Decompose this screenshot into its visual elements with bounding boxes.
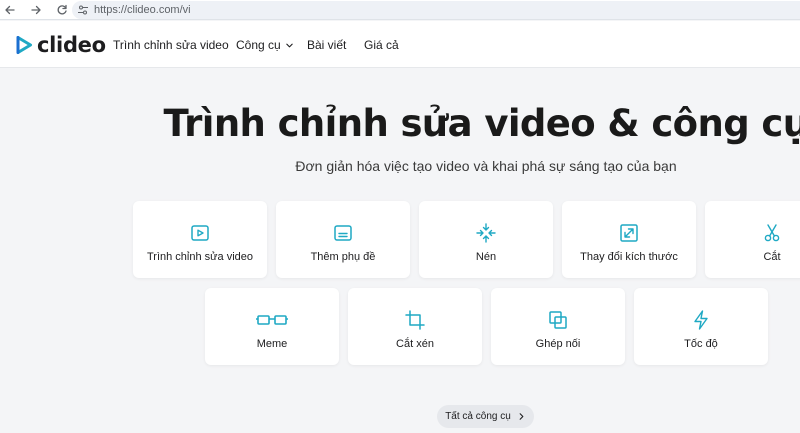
- url-text[interactable]: https://clideo.com/vi: [94, 4, 191, 16]
- nav-video-editor[interactable]: Trình chỉnh sửa video: [113, 38, 229, 52]
- nav-pricing[interactable]: Giá cả: [364, 38, 399, 52]
- tool-label: Nén: [475, 251, 497, 263]
- browser-toolbar: https://clideo.com/vi: [0, 0, 800, 20]
- tool-label: Thêm phụ đề: [310, 251, 376, 263]
- arrow-right-icon: [31, 5, 41, 14]
- tool-label: Thay đổi kích thước: [580, 251, 678, 263]
- tool-card-meme[interactable]: Meme: [205, 288, 339, 365]
- tool-label: Ghép nối: [535, 338, 581, 350]
- forward-button[interactable]: [26, 0, 46, 20]
- tool-label: Meme: [256, 338, 288, 350]
- nav-tools[interactable]: Công cụ: [236, 38, 294, 52]
- arrow-left-icon: [5, 5, 15, 14]
- tool-card-compress[interactable]: Nén: [419, 201, 553, 278]
- tool-card-merge[interactable]: Ghép nối: [491, 288, 625, 365]
- logo-text: clideo: [37, 33, 106, 57]
- tool-label: Cắt xén: [396, 338, 434, 350]
- tool-label: Cắt: [763, 251, 781, 263]
- tool-card-resize[interactable]: Thay đổi kích thước: [562, 201, 696, 278]
- resize-icon: [618, 222, 640, 244]
- nav-label: Giá cả: [364, 38, 399, 52]
- compress-icon: [475, 222, 497, 244]
- site-info-button[interactable]: [72, 1, 94, 19]
- back-button[interactable]: [0, 0, 20, 20]
- chevron-down-icon: [285, 43, 293, 47]
- glasses-icon: [255, 309, 289, 331]
- scissors-icon: [761, 222, 783, 244]
- address-bar[interactable]: https://clideo.com/vi: [72, 1, 800, 19]
- page-subtitle: Đơn giản hóa việc tạo video và khai phá …: [295, 158, 677, 174]
- tool-label: Tốc độ: [684, 338, 718, 350]
- chevron-right-icon: [519, 413, 524, 420]
- page-title: Trình chỉnh sửa video & công cụ: [163, 102, 800, 145]
- tool-card-video-editor[interactable]: Trình chỉnh sửa video: [133, 201, 267, 278]
- reload-icon: [57, 4, 67, 14]
- tool-label: Trình chỉnh sửa video: [146, 251, 253, 263]
- logo[interactable]: clideo: [15, 33, 106, 57]
- tool-card-add-subtitles[interactable]: Thêm phụ đề: [276, 201, 410, 278]
- crop-icon: [404, 309, 426, 331]
- site-header: clideo Trình chỉnh sửa video Công cụ Bài…: [0, 21, 800, 68]
- subtitles-icon: [332, 222, 354, 244]
- nav-label: Trình chỉnh sửa video: [113, 38, 229, 52]
- reload-button[interactable]: [52, 0, 72, 20]
- tool-card-cut[interactable]: Cắt: [705, 201, 800, 278]
- tool-card-crop[interactable]: Cắt xén: [348, 288, 482, 365]
- play-icon: [189, 222, 211, 244]
- lightning-icon: [690, 309, 712, 331]
- all-tools-button[interactable]: Tất cả công cụ: [437, 405, 534, 428]
- tool-card-speed[interactable]: Tốc độ: [634, 288, 768, 365]
- nav-articles[interactable]: Bài viết: [307, 38, 346, 52]
- logo-play-icon: [16, 36, 32, 54]
- tune-icon: [78, 5, 88, 15]
- nav-label: Công cụ: [236, 38, 281, 52]
- all-tools-label: Tất cả công cụ: [445, 411, 511, 422]
- nav-label: Bài viết: [307, 38, 347, 52]
- merge-icon: [547, 309, 569, 331]
